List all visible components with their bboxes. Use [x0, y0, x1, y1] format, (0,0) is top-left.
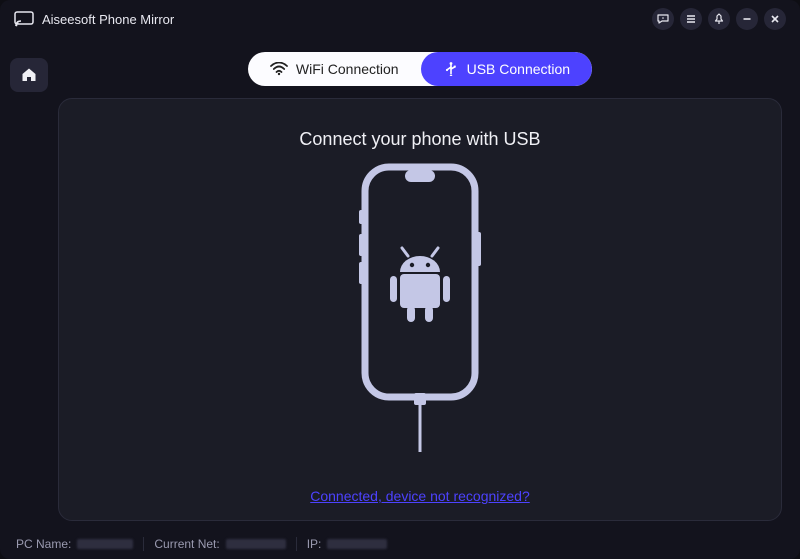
usb-icon: [443, 61, 459, 77]
current-net-value: [226, 539, 286, 549]
home-icon: [20, 66, 38, 84]
home-button[interactable]: [10, 58, 48, 92]
pc-name-label: PC Name:: [16, 537, 71, 551]
connection-tabs: WiFi Connection USB Connection: [58, 38, 782, 98]
sidebar: [0, 38, 58, 529]
device-not-recognized-link[interactable]: Connected, device not recognized?: [310, 488, 529, 504]
pc-name-value: [77, 539, 133, 549]
pin-button[interactable]: [708, 8, 730, 30]
cast-icon: [14, 11, 34, 27]
ip-label: IP:: [307, 537, 322, 551]
app-window: Aiseesoft Phone Mirror: [0, 0, 800, 559]
main-area: WiFi Connection USB Connection: [58, 38, 800, 529]
app-title: Aiseesoft Phone Mirror: [42, 12, 174, 27]
menu-button[interactable]: [680, 8, 702, 30]
tab-wifi-label: WiFi Connection: [296, 61, 399, 77]
ip-value: [327, 539, 387, 549]
content-card: Connect your phone with USB: [58, 98, 782, 521]
current-net-label: Current Net:: [154, 537, 219, 551]
feedback-button[interactable]: [652, 8, 674, 30]
minimize-button[interactable]: [736, 8, 758, 30]
status-bar: PC Name: Current Net: IP:: [0, 529, 800, 559]
tab-usb-label: USB Connection: [467, 61, 571, 77]
instruction-text: Connect your phone with USB: [299, 129, 540, 150]
tab-usb-connection[interactable]: USB Connection: [421, 52, 593, 86]
tab-wifi-connection[interactable]: WiFi Connection: [248, 52, 421, 86]
phone-illustration: [69, 162, 771, 482]
close-button[interactable]: [764, 8, 786, 30]
titlebar: Aiseesoft Phone Mirror: [0, 0, 800, 38]
wifi-icon: [270, 62, 288, 76]
